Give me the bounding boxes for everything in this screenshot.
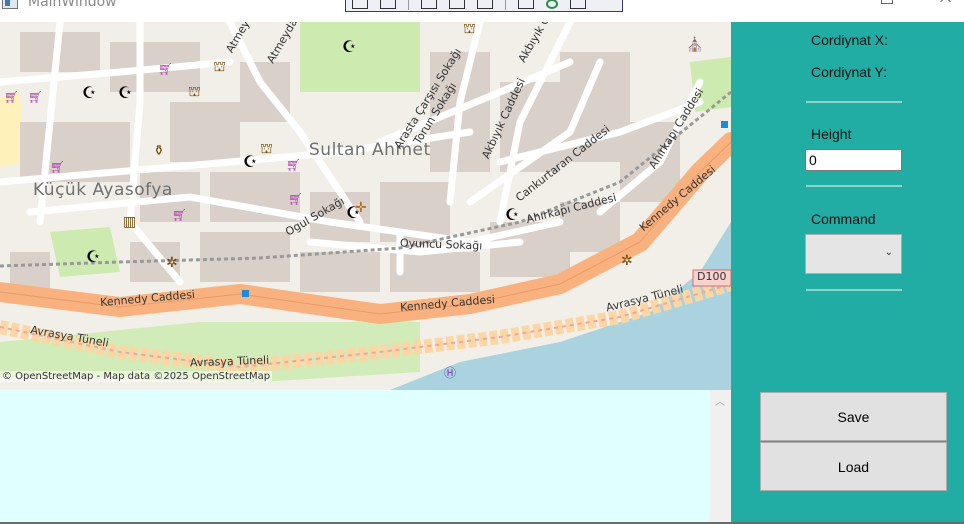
monument-icon: ⛪ [686,37,704,53]
app-icon [2,0,18,9]
output-area[interactable] [0,390,710,524]
map-view[interactable]: Sultan Ahmet Küçük Ayasofya Kennedy Cadd… [0,22,731,390]
divider [806,101,902,103]
cursor-crosshair-icon: ✛ [355,200,367,216]
book-shop-icon: ▥ [123,214,137,230]
height-input[interactable] [805,149,902,171]
attraction-icon: ✲ [166,255,178,271]
coordinate-x-label: Cordiynat X: [811,32,889,48]
shopping-cart-icon: 🛒︎ [158,62,174,76]
district-label: Sultan Ahmet [309,140,431,160]
museum-icon: ⛫ [188,84,201,100]
main-window: MainWindow Sultan Ahmet Küçük Ayasofya K… [0,0,964,524]
cursor-icon[interactable] [421,0,437,9]
museum-icon: ⛫ [260,141,273,157]
vertical-scrollbar[interactable]: ︿ [710,390,731,524]
mosque-icon: ☪ [86,247,101,266]
debug-toolbar [345,0,623,12]
harbour-icon: Ⓗ [444,366,457,380]
divider [806,185,902,187]
minimize-button[interactable] [805,0,851,16]
close-button[interactable] [922,0,964,16]
museum-icon: ⛫ [213,59,226,75]
street-label: Avrasya Tüneli [189,353,270,370]
toolbar-separator [505,0,506,10]
shopping-cart-icon: 🛒︎ [288,192,304,206]
park-area [50,227,120,277]
height-label: Height [811,126,852,142]
display-layout-icon[interactable] [449,0,465,9]
mosque-icon: ☪ [118,83,133,102]
map-attribution[interactable]: © OpenStreetMap - Map data ©2025 OpenStr… [0,371,273,382]
command-dropdown[interactable]: ⌄ [805,234,902,274]
shopping-cart-icon: 🛒︎ [28,90,44,104]
load-button[interactable]: Load [760,442,947,491]
vase-icon: ⚱ [153,143,165,159]
museum-icon: ⛫ [463,22,476,37]
attraction-icon: ✲ [621,253,633,269]
live-tree-icon[interactable] [380,0,396,9]
title-bar[interactable]: MainWindow [0,0,964,22]
hot-reload-icon[interactable] [518,0,534,9]
collapse-toolbar-icon[interactable] [570,0,586,9]
shopping-cart-icon: 🛒︎ [4,90,20,104]
map-marker-square [242,290,249,297]
mosque-icon: ☪ [505,205,520,224]
track-focus-icon[interactable] [477,0,493,9]
hot-reload-status-icon[interactable] [546,0,558,9]
window-title: MainWindow [28,0,117,10]
shopping-cart-icon: 🛒︎ [50,160,66,174]
action-panel: Save Load [731,390,964,524]
save-button[interactable]: Save [760,392,947,441]
command-label: Command [811,211,876,227]
select-element-icon[interactable] [352,0,368,9]
map-marker-square [721,121,728,128]
scroll-up-arrow-icon[interactable]: ︿ [715,393,725,408]
toolbar-separator [408,0,409,10]
maximize-button[interactable] [863,0,909,16]
coordinate-y-label: Cordiynat Y: [811,64,888,80]
mosque-icon: ☪ [82,83,97,102]
route-shield-label: D100 [697,270,727,283]
shopping-cart-icon: 🛒︎ [286,158,302,172]
shopping-cart-icon: 🛒︎ [172,208,188,222]
chevron-down-icon: ⌄ [884,247,893,258]
divider [806,289,902,291]
district-label: Küçük Ayasofya [33,180,173,200]
park-area [300,22,420,92]
mosque-icon: ☪ [243,152,258,171]
mosque-icon: ☪ [342,37,357,56]
